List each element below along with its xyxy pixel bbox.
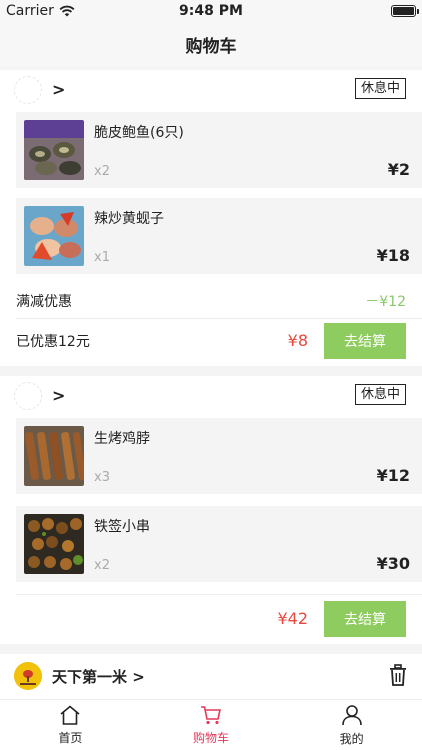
shop-cart-3-header[interactable]: 天下第一米 > xyxy=(0,654,422,700)
item-image-clams xyxy=(24,206,84,266)
battery-level xyxy=(393,7,414,15)
chevron-right-icon[interactable]: > xyxy=(52,386,65,405)
total-amount: ¥42 xyxy=(277,609,308,628)
tab-cart[interactable]: 购物车 xyxy=(141,700,282,750)
item-image-skewers xyxy=(24,514,84,574)
cart-item[interactable]: 脆皮鲍鱼(6只) x2 ¥2 xyxy=(16,112,422,188)
cart-item[interactable]: 生烤鸡脖 x3 ¥12 xyxy=(16,418,422,494)
tab-label: 我的 xyxy=(339,731,364,746)
tab-profile[interactable]: 我的 xyxy=(281,700,422,750)
item-quantity: x2 xyxy=(94,558,110,573)
item-name: 辣炒黄蚬子 xyxy=(94,211,164,227)
item-price: ¥30 xyxy=(376,554,410,573)
cart-item[interactable]: 辣炒黄蚬子 x1 ¥18 xyxy=(16,198,422,274)
item-name: 脆皮鲍鱼(6只) xyxy=(94,125,184,141)
shop-status-badge: 休息中 xyxy=(354,384,406,405)
item-name: 生烤鸡脖 xyxy=(94,431,150,447)
tab-home[interactable]: 首页 xyxy=(0,700,141,750)
shop-select-checkbox[interactable] xyxy=(14,76,42,104)
status-time: 9:48 PM xyxy=(179,3,243,19)
checkout-button[interactable]: 去结算 xyxy=(324,600,406,637)
cart-icon xyxy=(201,705,221,724)
item-price: ¥18 xyxy=(376,246,410,265)
page-title: 购物车 xyxy=(185,36,237,57)
item-price: ¥2 xyxy=(387,160,410,179)
navigation-bar: 购物车 xyxy=(0,22,422,66)
chevron-right-icon: > xyxy=(132,668,145,686)
total-amount: ¥8 xyxy=(287,331,308,350)
tab-bar: 首页 购物车 我的 xyxy=(0,700,422,750)
shop-cart-1: > 休息中 脆皮鲍鱼(6只) x2 ¥2 辣炒黄蚬子 x1 ¥18 满减优惠 －… xyxy=(0,70,422,366)
item-image-abalone xyxy=(24,120,84,180)
battery-icon xyxy=(391,5,419,17)
shop-status-badge: 休息中 xyxy=(354,78,406,99)
trash-icon[interactable] xyxy=(388,664,408,686)
tab-label: 购物车 xyxy=(193,730,230,745)
discount-row: 满减优惠 －¥12 xyxy=(16,280,422,322)
shop-logo xyxy=(14,662,42,690)
saved-amount-label: 已优惠12元 xyxy=(16,333,90,350)
item-quantity: x3 xyxy=(94,470,110,485)
shop-select-checkbox[interactable] xyxy=(14,382,42,410)
shop-name[interactable]: 天下第一米 > xyxy=(52,666,145,687)
discount-amount: －¥12 xyxy=(365,294,406,310)
shop-header[interactable]: > 休息中 xyxy=(0,70,422,110)
item-quantity: x1 xyxy=(94,250,110,265)
checkout-button[interactable]: 去结算 xyxy=(324,322,406,359)
item-name: 铁签小串 xyxy=(94,519,150,535)
shop-cart-2: > 休息中 生烤鸡脖 x3 ¥12 铁签小串 x2 ¥30 ¥42 去结算 xyxy=(0,376,422,644)
item-price: ¥12 xyxy=(376,466,410,485)
chevron-right-icon[interactable]: > xyxy=(52,80,65,99)
checkout-row: ¥42 去结算 xyxy=(16,594,422,642)
item-quantity: x2 xyxy=(94,164,110,179)
tab-label: 首页 xyxy=(58,730,83,745)
user-icon xyxy=(341,704,362,725)
home-icon xyxy=(60,704,80,725)
checkout-row: 已优惠12元 ¥8 去结算 xyxy=(16,318,422,362)
item-image-chicken-neck xyxy=(24,426,84,486)
discount-label: 满减优惠 xyxy=(16,294,72,310)
cart-item[interactable]: 铁签小串 x2 ¥30 xyxy=(16,506,422,582)
shop-header[interactable]: > 休息中 xyxy=(0,376,422,416)
status-bar: Carrier 9:48 PM xyxy=(0,0,422,22)
